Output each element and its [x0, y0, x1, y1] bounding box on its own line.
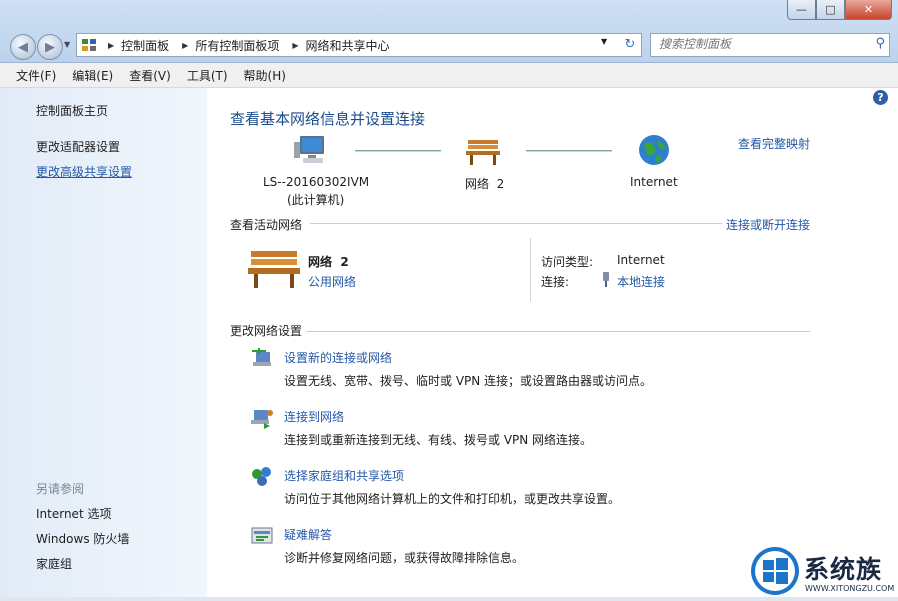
task-troubleshoot-desc: 诊断并修复网络问题，或获得故障排除信息。 — [284, 551, 525, 565]
recent-pages-chevron-icon[interactable]: ▼ — [64, 40, 70, 49]
close-icon: ✕ — [863, 3, 874, 16]
help-button[interactable]: ? — [873, 90, 888, 105]
ethernet-icon — [603, 272, 609, 287]
forward-arrow-icon: ▶ — [45, 39, 55, 55]
bottom-edge — [0, 597, 898, 601]
active-network-heading: 查看活动网络 — [230, 218, 303, 232]
task-troubleshoot[interactable]: 疑难解答 — [284, 526, 332, 543]
connection-line — [526, 150, 612, 151]
breadcrumb-control-panel[interactable]: 控制面板 — [121, 37, 169, 54]
network-map-label: 网络 2 — [465, 177, 505, 191]
menu-help[interactable]: 帮助(H) — [244, 67, 286, 84]
bench-icon — [466, 140, 500, 165]
minimize-button[interactable]: — — [787, 0, 816, 20]
sidebar-item-advanced-sharing[interactable]: 更改高级共享设置 — [36, 163, 132, 180]
computer-subtitle: (此计算机) — [287, 193, 345, 207]
menu-view[interactable]: 查看(V) — [129, 67, 171, 84]
active-network-name: 网络 2 — [308, 255, 349, 269]
watermark: 系统族 WWW.XITONGZU.COM — [748, 544, 898, 601]
control-panel-icon — [82, 39, 96, 51]
address-dropdown-icon[interactable]: ▼ — [601, 37, 607, 46]
sidebar-item-adapter-settings[interactable]: 更改适配器设置 — [36, 138, 120, 155]
close-button[interactable]: ✕ — [845, 0, 892, 20]
computer-icon — [294, 136, 324, 163]
breadcrumb-arrow-icon: ▶ — [292, 40, 299, 50]
page-title: 查看基本网络信息并设置连接 — [230, 110, 426, 128]
connection-label: 连接: — [541, 275, 570, 289]
task-connect-network-desc: 连接到或重新连接到无线、有线、拨号或 VPN 网络连接。 — [284, 433, 593, 447]
search-input[interactable] — [651, 34, 859, 54]
task-connect-network[interactable]: 连接到网络 — [284, 408, 344, 425]
address-bar[interactable]: ▶ 控制面板 ▶ 所有控制面板项 ▶ 网络和共享中心 ▼ — [76, 33, 642, 57]
divider — [310, 223, 722, 224]
local-connection-link[interactable]: 本地连接 — [617, 273, 665, 290]
watermark-url: WWW.XITONGZU.COM — [805, 584, 895, 593]
menu-bar: 文件(F) 编辑(E) 查看(V) 工具(T) 帮助(H) — [0, 63, 898, 88]
task-homegroup-sharing-desc: 访问位于其他网络计算机上的文件和打印机，或更改共享设置。 — [284, 492, 621, 506]
troubleshoot-icon — [251, 527, 273, 544]
change-settings-heading: 更改网络设置 — [230, 324, 303, 338]
new-connection-icon — [252, 348, 271, 366]
sidebar-item-homegroup[interactable]: 家庭组 — [36, 555, 72, 572]
view-full-map-link[interactable]: 查看完整映射 — [738, 135, 810, 152]
windows-logo-icon — [751, 547, 799, 595]
see-also-heading: 另请参阅 — [36, 482, 85, 496]
connect-network-icon — [251, 410, 273, 429]
public-network-link[interactable]: 公用网络 — [308, 273, 356, 290]
refresh-button[interactable]: ↻ — [619, 34, 641, 54]
task-homegroup-sharing[interactable]: 选择家庭组和共享选项 — [284, 467, 404, 484]
globe-icon — [639, 135, 669, 165]
menu-tools[interactable]: 工具(T) — [187, 67, 228, 84]
connection-line — [355, 150, 441, 151]
access-type-label: 访问类型: — [541, 255, 594, 269]
breadcrumb-all-items[interactable]: 所有控制面板项 — [195, 37, 279, 54]
sidebar-item-internet-options[interactable]: Internet 选项 — [36, 505, 111, 522]
search-icon[interactable]: ⚲ — [875, 36, 885, 51]
search-box[interactable]: ⚲ — [650, 33, 890, 57]
forward-button[interactable]: ▶ — [37, 34, 63, 60]
task-new-connection[interactable]: 设置新的连接或网络 — [284, 349, 392, 366]
minimize-icon: — — [796, 3, 807, 16]
breadcrumb-arrow-icon: ▶ — [108, 40, 115, 50]
internet-label: Internet — [630, 175, 678, 189]
connect-disconnect-link[interactable]: 连接或断开连接 — [726, 216, 810, 233]
access-type-value: Internet — [617, 253, 665, 267]
back-button[interactable]: ◀ — [10, 34, 36, 60]
breadcrumb-arrow-icon: ▶ — [182, 40, 189, 50]
homegroup-icon — [252, 467, 271, 486]
maximize-button[interactable]: □ — [816, 0, 845, 20]
divider — [306, 331, 810, 332]
task-new-connection-desc: 设置无线、宽带、拨号、临时或 VPN 连接；或设置路由器或访问点。 — [284, 374, 653, 388]
sidebar-item-home[interactable]: 控制面板主页 — [36, 102, 108, 119]
watermark-brand: 系统族 — [804, 555, 883, 584]
bench-icon — [248, 251, 300, 288]
window-controls: — □ ✕ — [787, 0, 892, 20]
refresh-icon: ↻ — [624, 36, 636, 52]
back-arrow-icon: ◀ — [18, 39, 28, 55]
sidebar-item-firewall[interactable]: Windows 防火墙 — [36, 530, 129, 547]
breadcrumb-network-center[interactable]: 网络和共享中心 — [306, 37, 390, 54]
computer-name: LS--20160302IVM — [263, 175, 370, 189]
maximize-icon: □ — [825, 3, 836, 16]
help-icon: ? — [877, 91, 884, 104]
menu-edit[interactable]: 编辑(E) — [72, 67, 113, 84]
divider — [530, 238, 531, 302]
menu-file[interactable]: 文件(F) — [16, 67, 56, 84]
